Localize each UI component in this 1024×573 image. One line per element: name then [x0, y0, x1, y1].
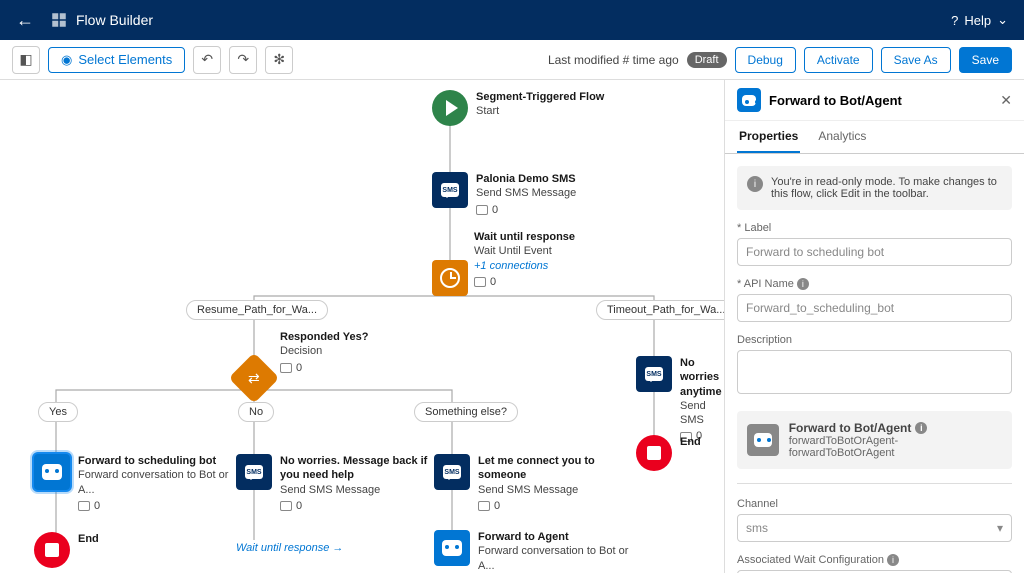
wait-response-link[interactable]: Wait until response → [236, 542, 343, 554]
branch-timeout[interactable]: Timeout_Path_for_Wa... [596, 300, 724, 320]
bot-icon [42, 464, 62, 480]
info-icon: i [797, 278, 809, 290]
panel-title: Forward to Bot/Agent [769, 93, 992, 108]
info-icon: i [747, 176, 763, 192]
chart-icon [280, 363, 292, 373]
layout-toggle-button[interactable]: ◧ [12, 46, 40, 74]
forward-agent-node[interactable]: Forward to Agent Forward conversation to… [434, 530, 638, 573]
select-elements-button[interactable]: ◉ Select Elements [48, 47, 185, 73]
sms-icon: SMS [441, 183, 459, 197]
wait-node-text: Wait until response Wait Until Event +1 … [474, 230, 575, 289]
activate-button[interactable]: Activate [804, 47, 873, 73]
info-icon: i [887, 554, 899, 566]
app-title: Flow Builder [50, 11, 153, 29]
description-input[interactable] [737, 350, 1012, 394]
save-button[interactable]: Save [959, 47, 1012, 73]
toolbar: ◧ ◉ Select Elements ↶ ↷ ✻ Last modified … [0, 40, 1024, 80]
start-node[interactable]: Segment-Triggered Flow Start [432, 90, 604, 126]
channel-select[interactable]: sms▾ [737, 514, 1012, 542]
chart-icon [474, 277, 486, 287]
forward-bot-node[interactable]: Forward to scheduling bot Forward conver… [34, 454, 238, 513]
end-node-left[interactable]: End [34, 532, 99, 568]
chart-icon [78, 501, 90, 511]
sms-palonia-node[interactable]: SMS Palonia Demo SMS Send SMS Message 0 [432, 172, 576, 217]
connections-link[interactable]: +1 connections [474, 259, 575, 273]
label-field-label: * Label [737, 222, 1012, 234]
action-type-box: Forward to Bot/Agent i forwardToBotOrAge… [737, 411, 1012, 469]
close-panel-button[interactable]: ✕ [1000, 92, 1012, 109]
branch-yes[interactable]: Yes [38, 402, 78, 422]
channel-field-label: Channel [737, 498, 1012, 510]
draft-badge: Draft [687, 52, 727, 68]
decision-node-text: Responded Yes? Decision 0 [280, 330, 368, 375]
bot-panel-icon [737, 88, 761, 112]
sms-no-node[interactable]: SMS No worries. Message back if you need… [236, 454, 440, 513]
label-input[interactable] [737, 238, 1012, 266]
last-modified-text: Last modified # time ago [548, 53, 679, 67]
tab-analytics[interactable]: Analytics [816, 121, 868, 153]
properties-panel: Forward to Bot/Agent ✕ Properties Analyt… [724, 80, 1024, 573]
info-icon: i [915, 422, 927, 434]
readonly-notice: i You're in read-only mode. To make chan… [737, 166, 1012, 210]
end-node-right[interactable]: End [636, 435, 701, 471]
sms-icon: SMS [645, 367, 663, 381]
decision-node[interactable]: ⇄ [236, 360, 272, 396]
back-arrow-icon[interactable]: ← [16, 10, 34, 31]
sms-noworries-node[interactable]: SMS No worries anytime Send SMS 0 [636, 356, 724, 444]
decision-icon: ⇄ [248, 371, 260, 385]
stop-icon [45, 543, 59, 557]
help-menu[interactable]: ? Help ⌄ [951, 12, 1008, 28]
branch-no[interactable]: No [238, 402, 274, 422]
api-field-label: * API Name i [737, 278, 1012, 290]
app-header: ← Flow Builder ? Help ⌄ [0, 0, 1024, 40]
stop-icon [647, 446, 661, 460]
tab-properties[interactable]: Properties [737, 121, 800, 153]
chart-icon [280, 501, 292, 511]
branch-resume[interactable]: Resume_Path_for_Wa... [186, 300, 328, 320]
play-icon [446, 100, 458, 116]
chevron-down-icon: ⌄ [997, 12, 1008, 28]
sms-icon: SMS [245, 465, 263, 479]
chevron-down-icon: ▾ [997, 521, 1003, 535]
sms-else-node[interactable]: SMS Let me connect you to someone Send S… [434, 454, 638, 513]
sms-icon: SMS [443, 465, 461, 479]
wait-node[interactable] [432, 260, 468, 296]
save-as-button[interactable]: Save As [881, 47, 951, 73]
undo-button[interactable]: ↶ [193, 46, 221, 74]
redo-button[interactable]: ↷ [229, 46, 257, 74]
flow-logo-icon [50, 11, 68, 29]
chart-icon [476, 205, 488, 215]
chart-icon [478, 501, 490, 511]
bot-icon [442, 540, 462, 556]
description-field-label: Description [737, 334, 1012, 346]
branch-else[interactable]: Something else? [414, 402, 518, 422]
bot-type-icon [747, 424, 779, 456]
settings-gear-button[interactable]: ✻ [265, 46, 293, 74]
clock-icon [440, 268, 460, 288]
wait-config-label: Associated Wait Configuration i [737, 554, 1012, 566]
debug-button[interactable]: Debug [735, 47, 796, 73]
api-name-input[interactable] [737, 294, 1012, 322]
flow-canvas[interactable]: Segment-Triggered Flow Start SMS Palonia… [0, 80, 724, 573]
